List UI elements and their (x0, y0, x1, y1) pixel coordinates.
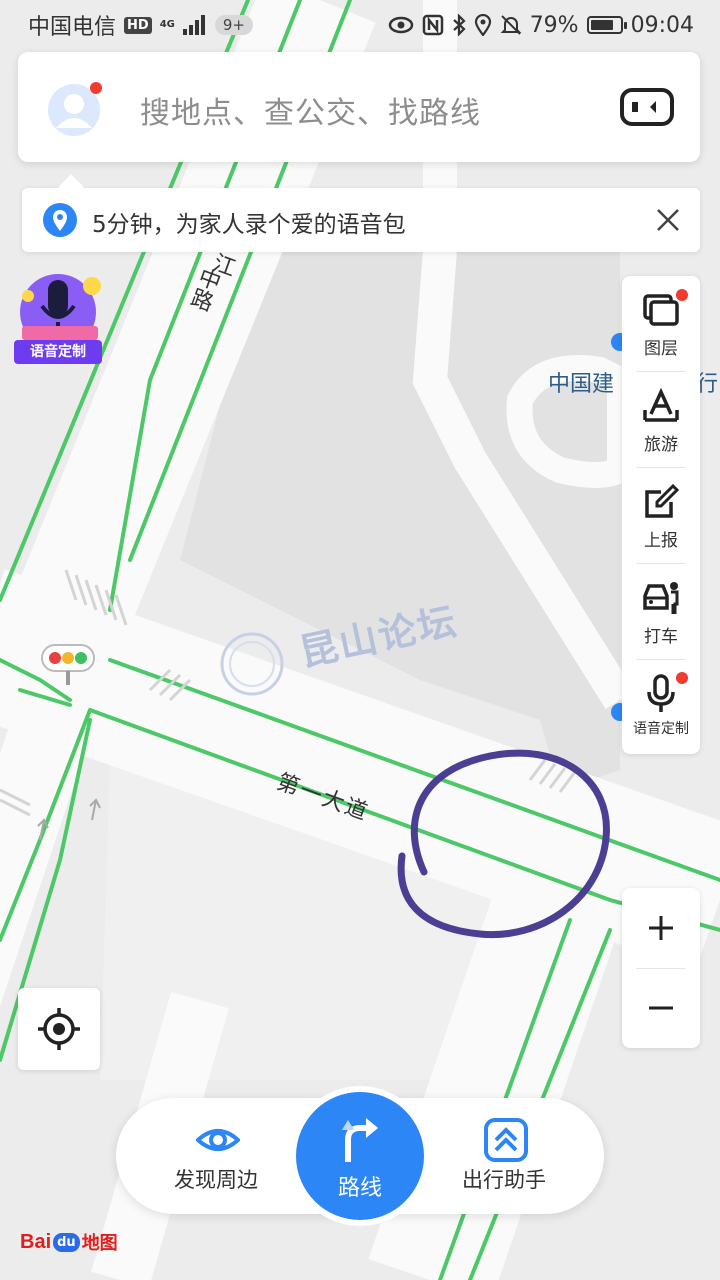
logo-du: du (53, 1232, 80, 1252)
toolbar-layers[interactable]: 图层 (622, 276, 700, 372)
locate-icon (38, 1008, 80, 1050)
zoom-in-button[interactable] (622, 888, 700, 968)
search-input[interactable]: 搜地点、查公交、找路线 (140, 88, 481, 132)
carrier-name: 中国电信 (28, 15, 117, 40)
eye-icon (196, 1129, 240, 1151)
assistant-icon (484, 1118, 528, 1162)
bluetooth-icon (452, 14, 466, 36)
microphone-icon (647, 674, 675, 712)
toolbar-label: 旅游 (644, 435, 678, 455)
layers-icon (643, 294, 679, 326)
poi-label[interactable]: 中国建 (548, 366, 614, 398)
layers-badge (676, 289, 688, 301)
logo-ditu: 地图 (81, 1233, 118, 1254)
nfc-icon (422, 14, 443, 36)
network-type: 4G (159, 19, 175, 30)
close-icon[interactable] (652, 204, 684, 236)
toolbar-travel[interactable]: 旅游 (622, 372, 700, 468)
voice-badge-dot (676, 672, 688, 684)
baidu-map-logo: Bai du 地图 (20, 1222, 118, 1262)
route-button-inner: 路线 (296, 1092, 424, 1220)
toolbar-label: 上报 (644, 531, 678, 551)
search-bar[interactable]: 搜地点、查公交、找路线 (18, 52, 700, 162)
device-icon[interactable] (620, 88, 674, 126)
mute-bell-icon (500, 15, 522, 35)
route-label: 路线 (337, 1176, 382, 1201)
status-bar: 中国电信 HD 4G 9+ 79% 09:04 (0, 0, 720, 50)
toolbar-voice[interactable]: 语音定制 (622, 660, 700, 756)
location-pin-icon (43, 203, 77, 237)
locate-button[interactable] (18, 988, 100, 1070)
hd-badge: HD (124, 16, 152, 34)
battery-icon (586, 16, 627, 34)
toolbar-label: 语音定制 (633, 721, 689, 737)
logo-bai: Bai (20, 1230, 52, 1253)
minus-icon (649, 1006, 673, 1010)
zoom-control (622, 888, 700, 1048)
toolbar-report[interactable]: 上报 (622, 468, 700, 564)
voice-custom-badge[interactable]: 语音定制 (14, 272, 106, 364)
signal-icon (182, 15, 205, 35)
zoom-out-button[interactable] (622, 968, 700, 1048)
travel-assistant-button[interactable]: 出行助手 (434, 1098, 574, 1214)
battery-percent: 79% (529, 12, 579, 38)
voice-tip-banner[interactable]: 5分钟，为家人录个爱的语音包 (22, 188, 700, 252)
turn-right-arrow-icon (342, 1118, 378, 1162)
tip-text: 5分钟，为家人录个爱的语音包 (92, 212, 406, 238)
plus-icon (649, 916, 673, 940)
assistant-label: 出行助手 (462, 1168, 546, 1192)
location-icon (474, 14, 491, 36)
discover-nearby-button[interactable]: 发现周边 (146, 1098, 286, 1214)
taxi-icon (643, 582, 679, 614)
toolbar-label: 图层 (644, 339, 678, 359)
travel-icon (643, 387, 679, 422)
toolbar-taxi[interactable]: 打车 (622, 564, 700, 660)
notification-count: 9+ (214, 15, 253, 35)
toolbar-label: 打车 (644, 627, 678, 647)
report-icon (645, 483, 680, 518)
eye-icon (388, 16, 413, 34)
clock: 09:04 (630, 12, 694, 38)
map-toolbar: 图层 旅游 上报 打车 语音定制 (622, 276, 700, 754)
avatar-icon[interactable] (44, 80, 104, 136)
discover-label: 发现周边 (174, 1168, 258, 1192)
battery-fill (590, 20, 613, 30)
voice-badge-label: 语音定制 (14, 340, 102, 364)
route-button[interactable]: 路线 (290, 1086, 430, 1226)
